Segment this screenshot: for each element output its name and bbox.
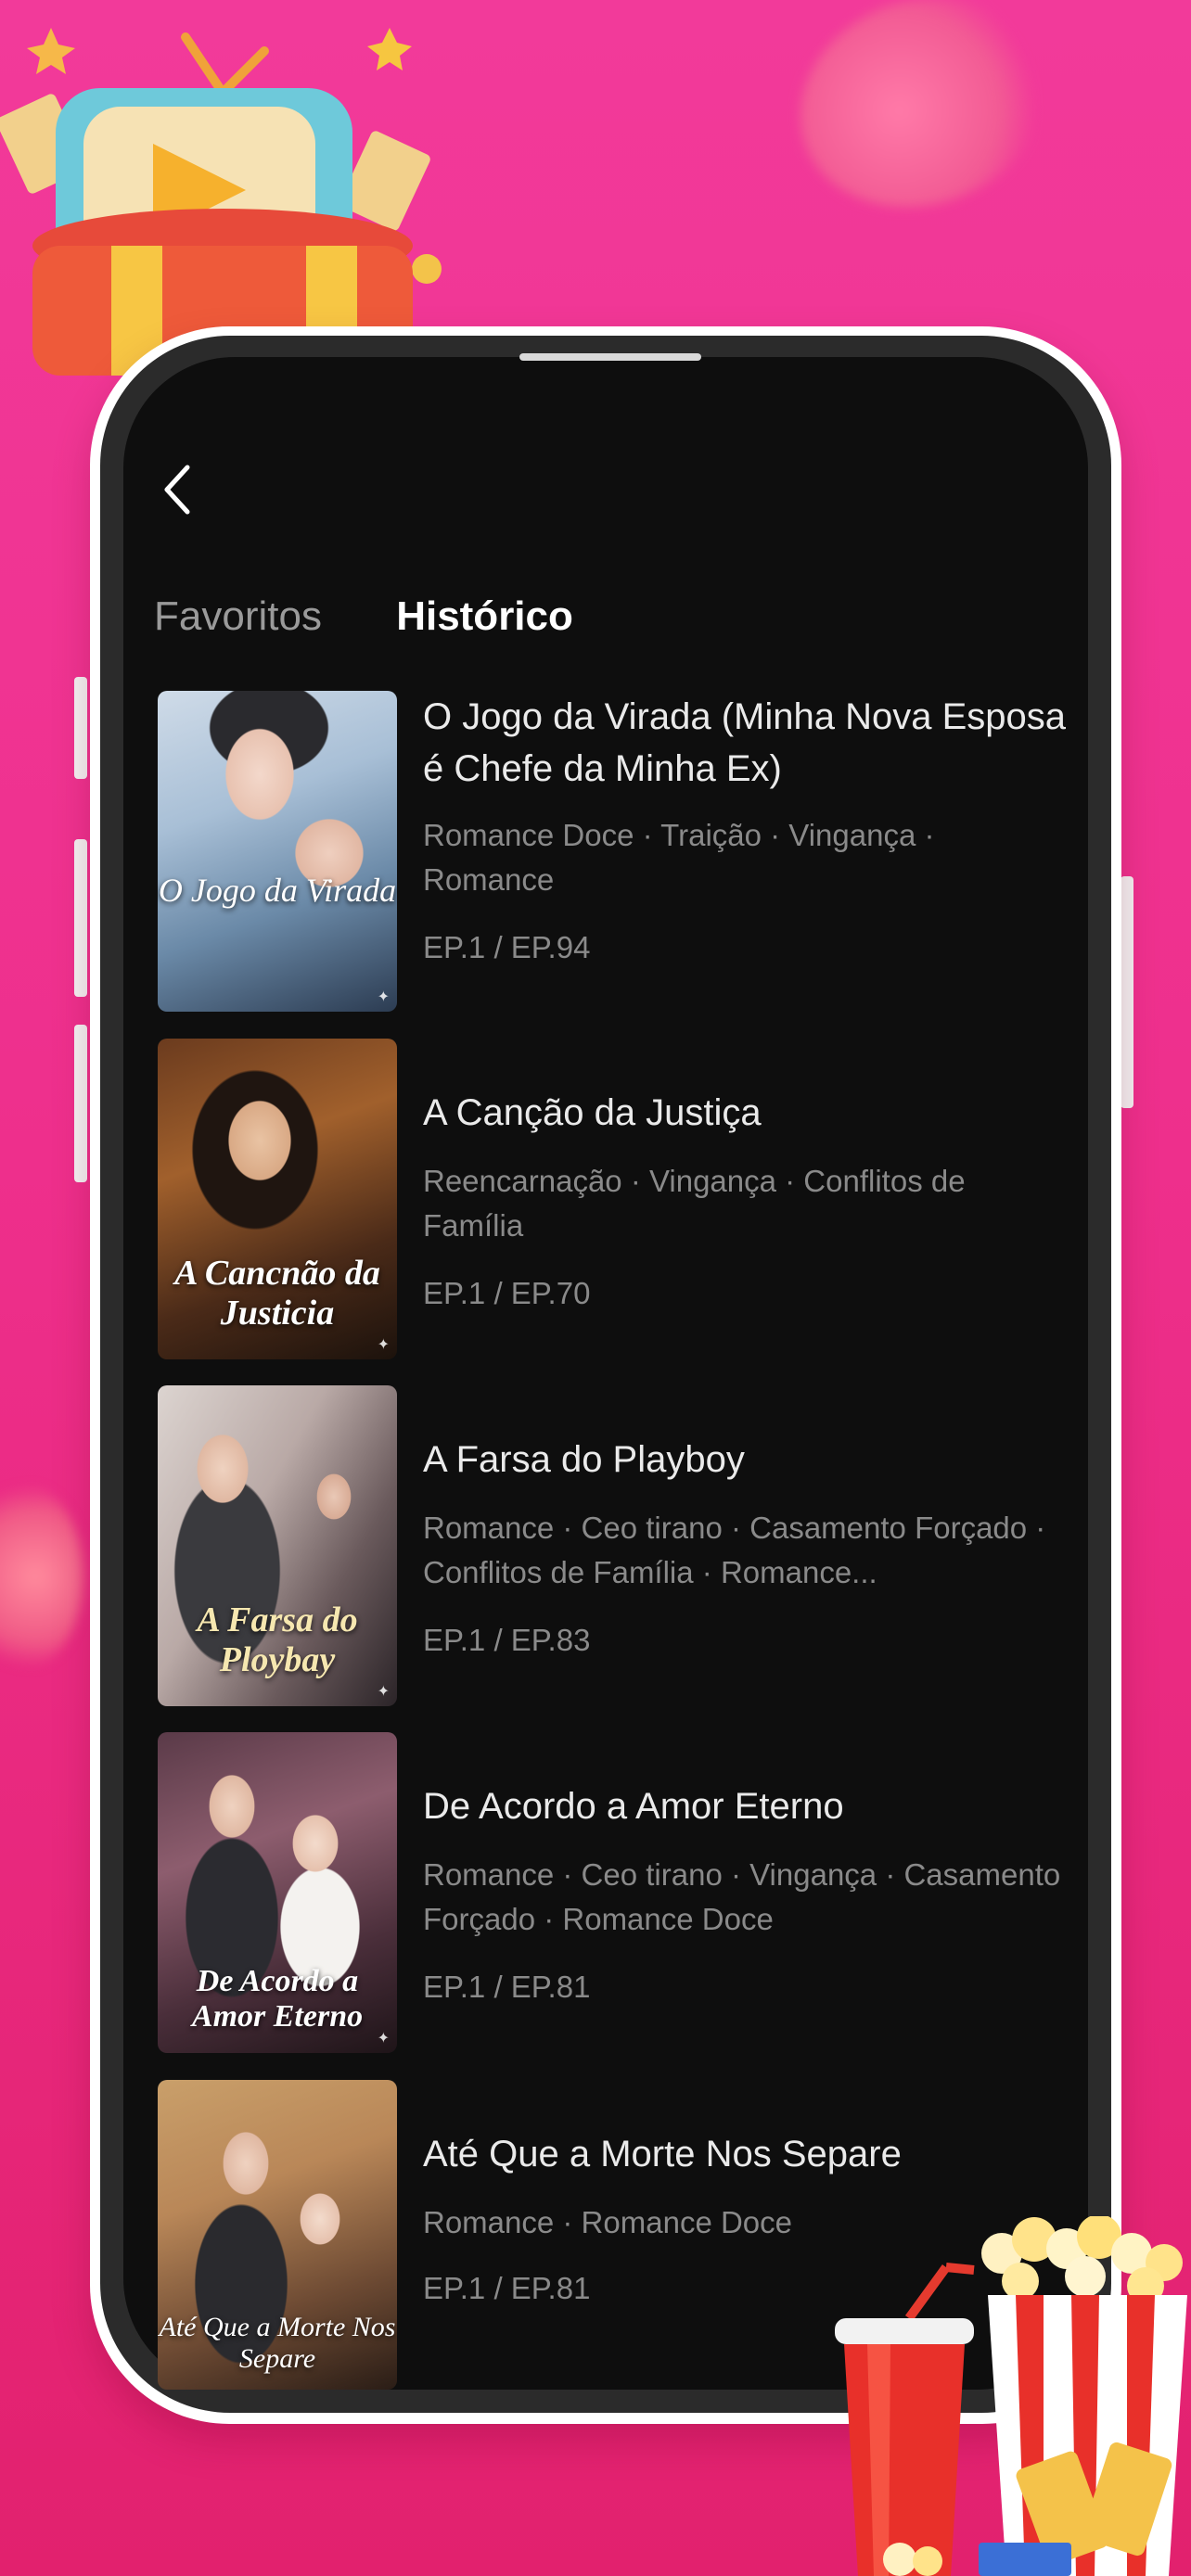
sparkle-icon: ✦	[377, 989, 390, 1005]
sparkle-icon: ✦	[377, 1337, 390, 1353]
background-blur-shape	[770, 0, 1076, 241]
poster-thumbnail[interactable]: A Cancnão da Justicia ✦	[158, 1039, 397, 1359]
poster-thumbnail[interactable]: A Farsa do Ploybay ✦	[158, 1385, 397, 1706]
phone-side-button	[74, 1025, 87, 1182]
phone-side-button	[74, 839, 87, 997]
phone-side-button	[74, 677, 87, 779]
sparkle-icon: ✦	[377, 1684, 390, 1700]
poster-caption: De Acordo a Amor Eterno	[191, 1964, 364, 2034]
sparkle-icon: ✦	[377, 2031, 390, 2047]
drama-title: A Farsa do Playboy	[423, 1439, 745, 1480]
poster-caption: A Farsa do Ploybay	[197, 1600, 358, 1679]
poster-caption: A Cancnão da Justicia	[174, 1254, 380, 1333]
episode-progress: EP.1 / EP.81	[423, 2271, 591, 2305]
tab-history[interactable]: Histórico	[396, 593, 573, 640]
episode-progress: EP.1 / EP.83	[423, 1623, 591, 1657]
back-arrow-icon[interactable]	[160, 462, 206, 517]
list-item[interactable]: A Cancnão da Justicia ✦ A Canção da Just…	[158, 1039, 1085, 1359]
tab-bar: Favoritos Histórico	[154, 593, 636, 640]
poster-thumbnail[interactable]: Até Que a Morte Nos Separe	[158, 2080, 397, 2390]
drama-title: A Canção da Justiça	[423, 1092, 762, 1133]
drama-tags: Romance · Ceo tirano · Casamento Forçado…	[423, 1511, 1046, 1589]
episode-progress: EP.1 / EP.81	[423, 1970, 591, 2004]
tab-favorites[interactable]: Favoritos	[154, 593, 322, 640]
episode-progress: EP.1 / EP.94	[423, 930, 591, 964]
drama-title: O Jogo da Virada (Minha Nova Esposa é Ch…	[423, 696, 1066, 789]
drama-title: Até Que a Morte Nos Separe	[423, 2134, 902, 2174]
episode-progress: EP.1 / EP.70	[423, 1276, 591, 1310]
list-item[interactable]: O Jogo da Virada ✦ O Jogo da Virada (Min…	[158, 691, 1085, 1012]
drama-tags: Romance Doce · Traição · Vingança · Roma…	[423, 818, 935, 897]
background-blur-shape	[0, 1484, 83, 1669]
poster-thumbnail[interactable]: O Jogo da Virada ✦	[158, 691, 397, 1012]
list-item[interactable]: De Acordo a Amor Eterno ✦ De Acordo a Am…	[158, 1732, 1085, 2053]
drama-tags: Reencarnação · Vingança · Conflitos de F…	[423, 1164, 966, 1243]
popcorn-illustration	[835, 2216, 1187, 2576]
drama-tags: Romance · Ceo tirano · Vingança · Casame…	[423, 1857, 1061, 1936]
poster-thumbnail[interactable]: De Acordo a Amor Eterno ✦	[158, 1732, 397, 2053]
poster-caption: O Jogo da Virada	[158, 872, 397, 909]
phone-side-button	[1121, 876, 1133, 1108]
list-item[interactable]: A Farsa do Ploybay ✦ A Farsa do Playboy …	[158, 1385, 1085, 1706]
phone-speaker	[519, 353, 701, 361]
drama-title: De Acordo a Amor Eterno	[423, 1786, 844, 1827]
poster-caption: Até Que a Morte Nos Separe	[159, 2312, 396, 2374]
